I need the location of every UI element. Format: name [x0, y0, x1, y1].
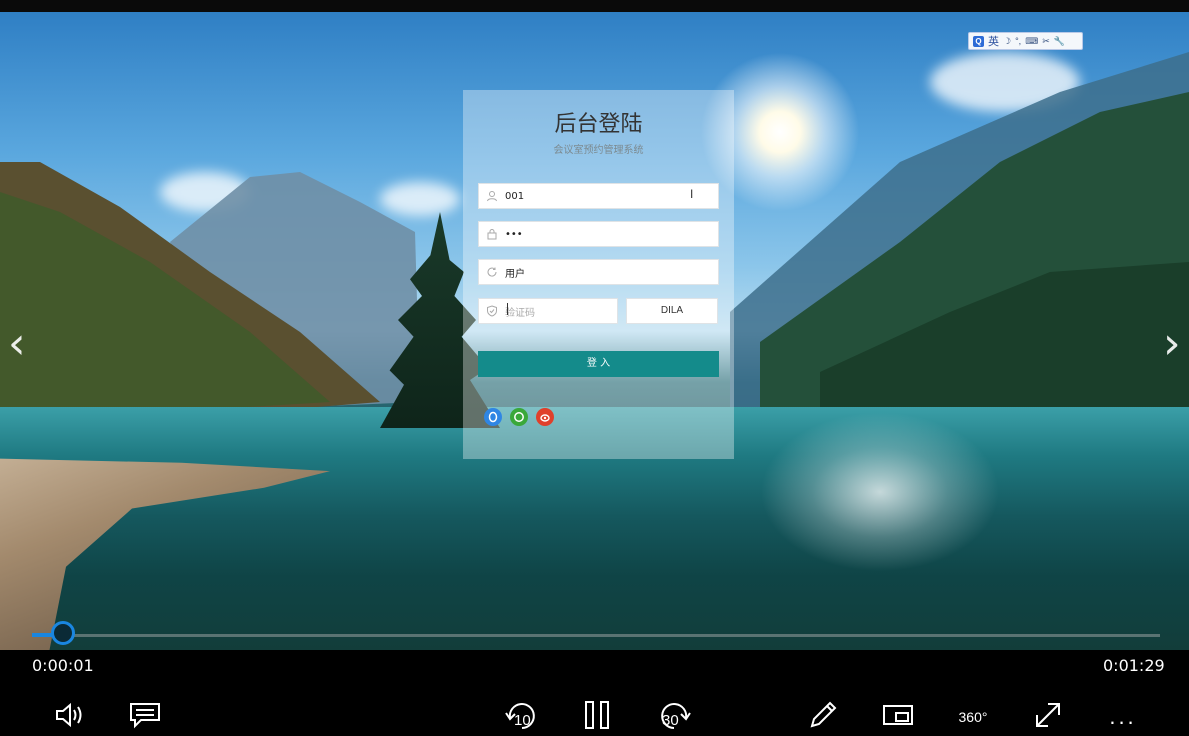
user-icon [479, 183, 505, 209]
login-subtitle: 会议室预约管理系统 [553, 145, 644, 156]
weibo-icon[interactable] [536, 408, 554, 426]
forward-icon: 30 [656, 700, 692, 734]
pencil-icon [807, 699, 839, 736]
forward-seconds: 30 [662, 712, 679, 729]
vr-360-button[interactable]: 360° [953, 700, 993, 734]
volume-button[interactable] [52, 700, 88, 734]
login-button[interactable]: 登 入 [478, 351, 719, 377]
login-title: 后台登陆 [554, 112, 643, 137]
username-field[interactable]: 001 [478, 183, 719, 209]
ime-moon-icon[interactable]: ☽ [1003, 36, 1011, 47]
pause-icon [583, 700, 611, 735]
captcha-placeholder: 验证码 [505, 307, 535, 319]
expand-icon [1033, 700, 1063, 735]
picture-in-picture-icon [882, 703, 914, 732]
subtitles-icon [129, 701, 161, 734]
rewind-button[interactable]: 10 [503, 700, 541, 734]
subtitles-button[interactable] [128, 700, 162, 734]
ime-toolbar[interactable]: Q 英 ☽ °, ⌨ ✂ 🔧 [968, 32, 1083, 50]
ime-logo-icon: Q [973, 35, 984, 47]
ime-scissors-icon[interactable]: ✂ [1042, 36, 1050, 47]
pause-button[interactable] [582, 700, 612, 734]
password-field[interactable]: ••• [478, 221, 719, 247]
shield-icon [479, 298, 505, 324]
progress-thumb[interactable] [51, 621, 75, 645]
mini-view-button[interactable] [880, 700, 916, 734]
volume-icon [54, 702, 86, 733]
login-panel: 后台登陆 会议室预约管理系统 001 ••• 用户 验证码 DILA 登 入 [463, 90, 734, 459]
window-top-bar [0, 0, 1189, 12]
captcha-image[interactable]: DILA [626, 298, 718, 324]
password-value: ••• [505, 228, 523, 240]
fullscreen-button[interactable] [1031, 700, 1065, 734]
total-time: 0:01:29 [1103, 656, 1165, 675]
vr-360-icon: 360° [958, 709, 988, 725]
lock-icon [479, 221, 505, 247]
progress-track[interactable] [32, 634, 1160, 637]
ime-wrench-icon[interactable]: 🔧 [1054, 36, 1065, 47]
more-options-button[interactable]: ... [1105, 700, 1141, 734]
role-field[interactable]: 用户 [478, 259, 719, 285]
rewind-icon: 10 [504, 700, 540, 734]
ime-language[interactable]: 英 [988, 33, 999, 49]
refresh-icon [479, 259, 505, 285]
sun-glare [760, 412, 1000, 572]
wechat-icon[interactable] [510, 408, 528, 426]
text-caret [507, 303, 508, 315]
mouse-ibeam-cursor-icon: I [690, 187, 694, 201]
username-value: 001 [505, 190, 525, 202]
current-time: 0:00:01 [32, 656, 94, 675]
next-arrow-icon[interactable]: › [1163, 322, 1181, 366]
edit-button[interactable] [806, 700, 840, 734]
qq-icon[interactable] [484, 408, 502, 426]
captcha-input[interactable]: 验证码 [478, 298, 618, 324]
ime-punctuation-icon[interactable]: °, [1015, 36, 1021, 46]
ime-keyboard-icon[interactable]: ⌨ [1025, 36, 1038, 47]
forward-button[interactable]: 30 [655, 700, 693, 734]
rewind-seconds: 10 [514, 712, 531, 729]
role-value: 用户 [505, 268, 525, 280]
previous-arrow-icon[interactable]: ‹ [8, 322, 26, 366]
